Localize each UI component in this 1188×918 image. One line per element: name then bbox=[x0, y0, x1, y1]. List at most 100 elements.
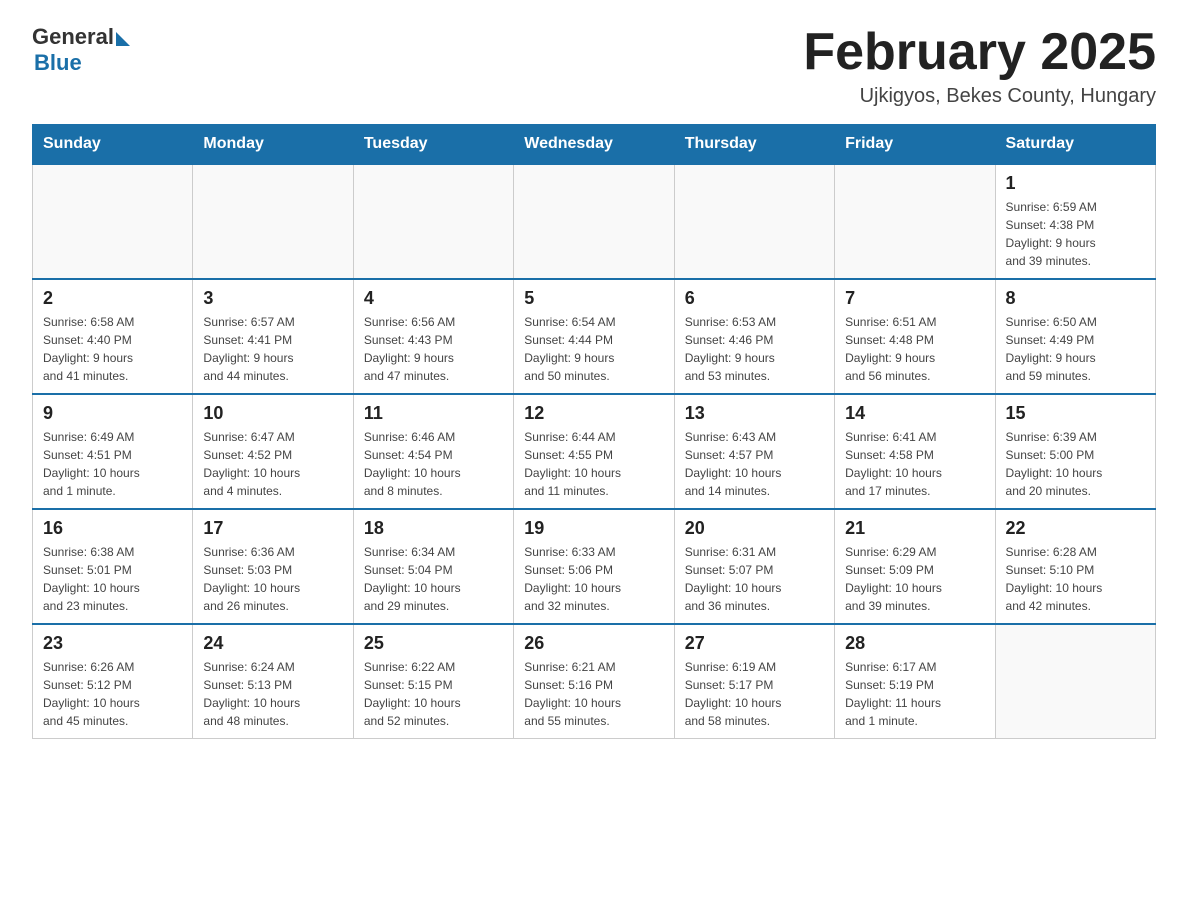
calendar-cell: 7 Sunrise: 6:51 AM Sunset: 4:48 PM Daylig… bbox=[835, 279, 995, 394]
calendar-cell: 8 Sunrise: 6:50 AM Sunset: 4:49 PM Daylig… bbox=[995, 279, 1155, 394]
month-title: February 2025 bbox=[803, 24, 1156, 81]
day-number: 27 bbox=[685, 633, 824, 654]
day-number: 24 bbox=[203, 633, 342, 654]
day-info: Sunrise: 6:58 AM Sunset: 4:40 PM Dayligh… bbox=[43, 313, 182, 385]
day-info: Sunrise: 6:44 AM Sunset: 4:55 PM Dayligh… bbox=[524, 428, 663, 500]
calendar-cell bbox=[674, 164, 834, 279]
day-number: 21 bbox=[845, 518, 984, 539]
calendar-cell: 6 Sunrise: 6:53 AM Sunset: 4:46 PM Daylig… bbox=[674, 279, 834, 394]
calendar-cell: 27 Sunrise: 6:19 AM Sunset: 5:17 PM Dayli… bbox=[674, 624, 834, 739]
day-info: Sunrise: 6:51 AM Sunset: 4:48 PM Dayligh… bbox=[845, 313, 984, 385]
day-info: Sunrise: 6:36 AM Sunset: 5:03 PM Dayligh… bbox=[203, 543, 342, 615]
calendar-cell: 25 Sunrise: 6:22 AM Sunset: 5:15 PM Dayli… bbox=[353, 624, 513, 739]
day-info: Sunrise: 6:26 AM Sunset: 5:12 PM Dayligh… bbox=[43, 658, 182, 730]
day-info: Sunrise: 6:56 AM Sunset: 4:43 PM Dayligh… bbox=[364, 313, 503, 385]
day-info: Sunrise: 6:49 AM Sunset: 4:51 PM Dayligh… bbox=[43, 428, 182, 500]
day-info: Sunrise: 6:22 AM Sunset: 5:15 PM Dayligh… bbox=[364, 658, 503, 730]
calendar-cell bbox=[33, 164, 193, 279]
calendar-cell bbox=[514, 164, 674, 279]
day-info: Sunrise: 6:33 AM Sunset: 5:06 PM Dayligh… bbox=[524, 543, 663, 615]
day-info: Sunrise: 6:17 AM Sunset: 5:19 PM Dayligh… bbox=[845, 658, 984, 730]
calendar-cell: 4 Sunrise: 6:56 AM Sunset: 4:43 PM Daylig… bbox=[353, 279, 513, 394]
day-number: 28 bbox=[845, 633, 984, 654]
day-number: 23 bbox=[43, 633, 182, 654]
calendar-cell: 26 Sunrise: 6:21 AM Sunset: 5:16 PM Dayli… bbox=[514, 624, 674, 739]
week-row-2: 2 Sunrise: 6:58 AM Sunset: 4:40 PM Daylig… bbox=[33, 279, 1156, 394]
day-info: Sunrise: 6:39 AM Sunset: 5:00 PM Dayligh… bbox=[1006, 428, 1145, 500]
calendar-cell: 22 Sunrise: 6:28 AM Sunset: 5:10 PM Dayli… bbox=[995, 509, 1155, 624]
day-info: Sunrise: 6:54 AM Sunset: 4:44 PM Dayligh… bbox=[524, 313, 663, 385]
calendar-cell: 10Sunrise: 6:47 AM Sunset: 4:52 PM Dayli… bbox=[193, 394, 353, 509]
day-number: 5 bbox=[524, 288, 663, 309]
day-info: Sunrise: 6:19 AM Sunset: 5:17 PM Dayligh… bbox=[685, 658, 824, 730]
page-header: General Blue February 2025 Ujkigyos, Bek… bbox=[32, 24, 1156, 108]
week-row-5: 23 Sunrise: 6:26 AM Sunset: 5:12 PM Dayli… bbox=[33, 624, 1156, 739]
day-info: Sunrise: 6:50 AM Sunset: 4:49 PM Dayligh… bbox=[1006, 313, 1145, 385]
day-info: Sunrise: 6:38 AM Sunset: 5:01 PM Dayligh… bbox=[43, 543, 182, 615]
calendar-cell: 16 Sunrise: 6:38 AM Sunset: 5:01 PM Dayli… bbox=[33, 509, 193, 624]
day-number: 22 bbox=[1006, 518, 1145, 539]
calendar-cell bbox=[353, 164, 513, 279]
weekday-header-thursday: Thursday bbox=[674, 125, 834, 165]
day-info: Sunrise: 6:31 AM Sunset: 5:07 PM Dayligh… bbox=[685, 543, 824, 615]
calendar-cell bbox=[995, 624, 1155, 739]
day-info: Sunrise: 6:28 AM Sunset: 5:10 PM Dayligh… bbox=[1006, 543, 1145, 615]
calendar-cell: 14 Sunrise: 6:41 AM Sunset: 4:58 PM Dayli… bbox=[835, 394, 995, 509]
calendar-cell: 24Sunrise: 6:24 AM Sunset: 5:13 PM Dayli… bbox=[193, 624, 353, 739]
day-info: Sunrise: 6:59 AM Sunset: 4:38 PM Dayligh… bbox=[1006, 198, 1145, 270]
weekday-header-saturday: Saturday bbox=[995, 125, 1155, 165]
day-number: 4 bbox=[364, 288, 503, 309]
calendar-cell: 19 Sunrise: 6:33 AM Sunset: 5:06 PM Dayli… bbox=[514, 509, 674, 624]
day-number: 1 bbox=[1006, 173, 1145, 194]
calendar-cell: 9Sunrise: 6:49 AM Sunset: 4:51 PM Daylig… bbox=[33, 394, 193, 509]
logo: General Blue bbox=[32, 24, 130, 76]
day-info: Sunrise: 6:21 AM Sunset: 5:16 PM Dayligh… bbox=[524, 658, 663, 730]
day-info: Sunrise: 6:57 AM Sunset: 4:41 PM Dayligh… bbox=[203, 313, 342, 385]
weekday-header-row: SundayMondayTuesdayWednesdayThursdayFrid… bbox=[33, 125, 1156, 165]
calendar-cell: 13 Sunrise: 6:43 AM Sunset: 4:57 PM Dayli… bbox=[674, 394, 834, 509]
day-number: 16 bbox=[43, 518, 182, 539]
day-number: 7 bbox=[845, 288, 984, 309]
day-info: Sunrise: 6:41 AM Sunset: 4:58 PM Dayligh… bbox=[845, 428, 984, 500]
calendar-cell: 20 Sunrise: 6:31 AM Sunset: 5:07 PM Dayli… bbox=[674, 509, 834, 624]
calendar-cell: 3Sunrise: 6:57 AM Sunset: 4:41 PM Daylig… bbox=[193, 279, 353, 394]
weekday-header-tuesday: Tuesday bbox=[353, 125, 513, 165]
day-info: Sunrise: 6:53 AM Sunset: 4:46 PM Dayligh… bbox=[685, 313, 824, 385]
calendar-cell: 28 Sunrise: 6:17 AM Sunset: 5:19 PM Dayli… bbox=[835, 624, 995, 739]
day-number: 6 bbox=[685, 288, 824, 309]
logo-blue-text: Blue bbox=[34, 50, 82, 76]
logo-general-text: General bbox=[32, 24, 114, 50]
day-number: 8 bbox=[1006, 288, 1145, 309]
day-number: 26 bbox=[524, 633, 663, 654]
day-number: 19 bbox=[524, 518, 663, 539]
calendar-table: SundayMondayTuesdayWednesdayThursdayFrid… bbox=[32, 124, 1156, 739]
calendar-cell: 15 Sunrise: 6:39 AM Sunset: 5:00 PM Dayli… bbox=[995, 394, 1155, 509]
day-number: 15 bbox=[1006, 403, 1145, 424]
day-info: Sunrise: 6:34 AM Sunset: 5:04 PM Dayligh… bbox=[364, 543, 503, 615]
day-number: 25 bbox=[364, 633, 503, 654]
day-number: 2 bbox=[43, 288, 182, 309]
weekday-header-wednesday: Wednesday bbox=[514, 125, 674, 165]
calendar-cell: 18 Sunrise: 6:34 AM Sunset: 5:04 PM Dayli… bbox=[353, 509, 513, 624]
day-number: 12 bbox=[524, 403, 663, 424]
calendar-cell: 1 Sunrise: 6:59 AM Sunset: 4:38 PM Daylig… bbox=[995, 164, 1155, 279]
calendar-cell: 11Sunrise: 6:46 AM Sunset: 4:54 PM Dayli… bbox=[353, 394, 513, 509]
calendar-cell: 5 Sunrise: 6:54 AM Sunset: 4:44 PM Daylig… bbox=[514, 279, 674, 394]
logo-triangle-icon bbox=[116, 32, 130, 46]
calendar-cell: 17 Sunrise: 6:36 AM Sunset: 5:03 PM Dayli… bbox=[193, 509, 353, 624]
day-number: 11 bbox=[364, 403, 503, 424]
location-text: Ujkigyos, Bekes County, Hungary bbox=[803, 85, 1156, 108]
day-info: Sunrise: 6:29 AM Sunset: 5:09 PM Dayligh… bbox=[845, 543, 984, 615]
day-number: 17 bbox=[203, 518, 342, 539]
weekday-header-sunday: Sunday bbox=[33, 125, 193, 165]
day-info: Sunrise: 6:43 AM Sunset: 4:57 PM Dayligh… bbox=[685, 428, 824, 500]
week-row-4: 16 Sunrise: 6:38 AM Sunset: 5:01 PM Dayli… bbox=[33, 509, 1156, 624]
week-row-3: 9Sunrise: 6:49 AM Sunset: 4:51 PM Daylig… bbox=[33, 394, 1156, 509]
day-number: 20 bbox=[685, 518, 824, 539]
day-number: 18 bbox=[364, 518, 503, 539]
weekday-header-friday: Friday bbox=[835, 125, 995, 165]
week-row-1: 1 Sunrise: 6:59 AM Sunset: 4:38 PM Daylig… bbox=[33, 164, 1156, 279]
day-number: 14 bbox=[845, 403, 984, 424]
calendar-cell bbox=[193, 164, 353, 279]
day-number: 13 bbox=[685, 403, 824, 424]
